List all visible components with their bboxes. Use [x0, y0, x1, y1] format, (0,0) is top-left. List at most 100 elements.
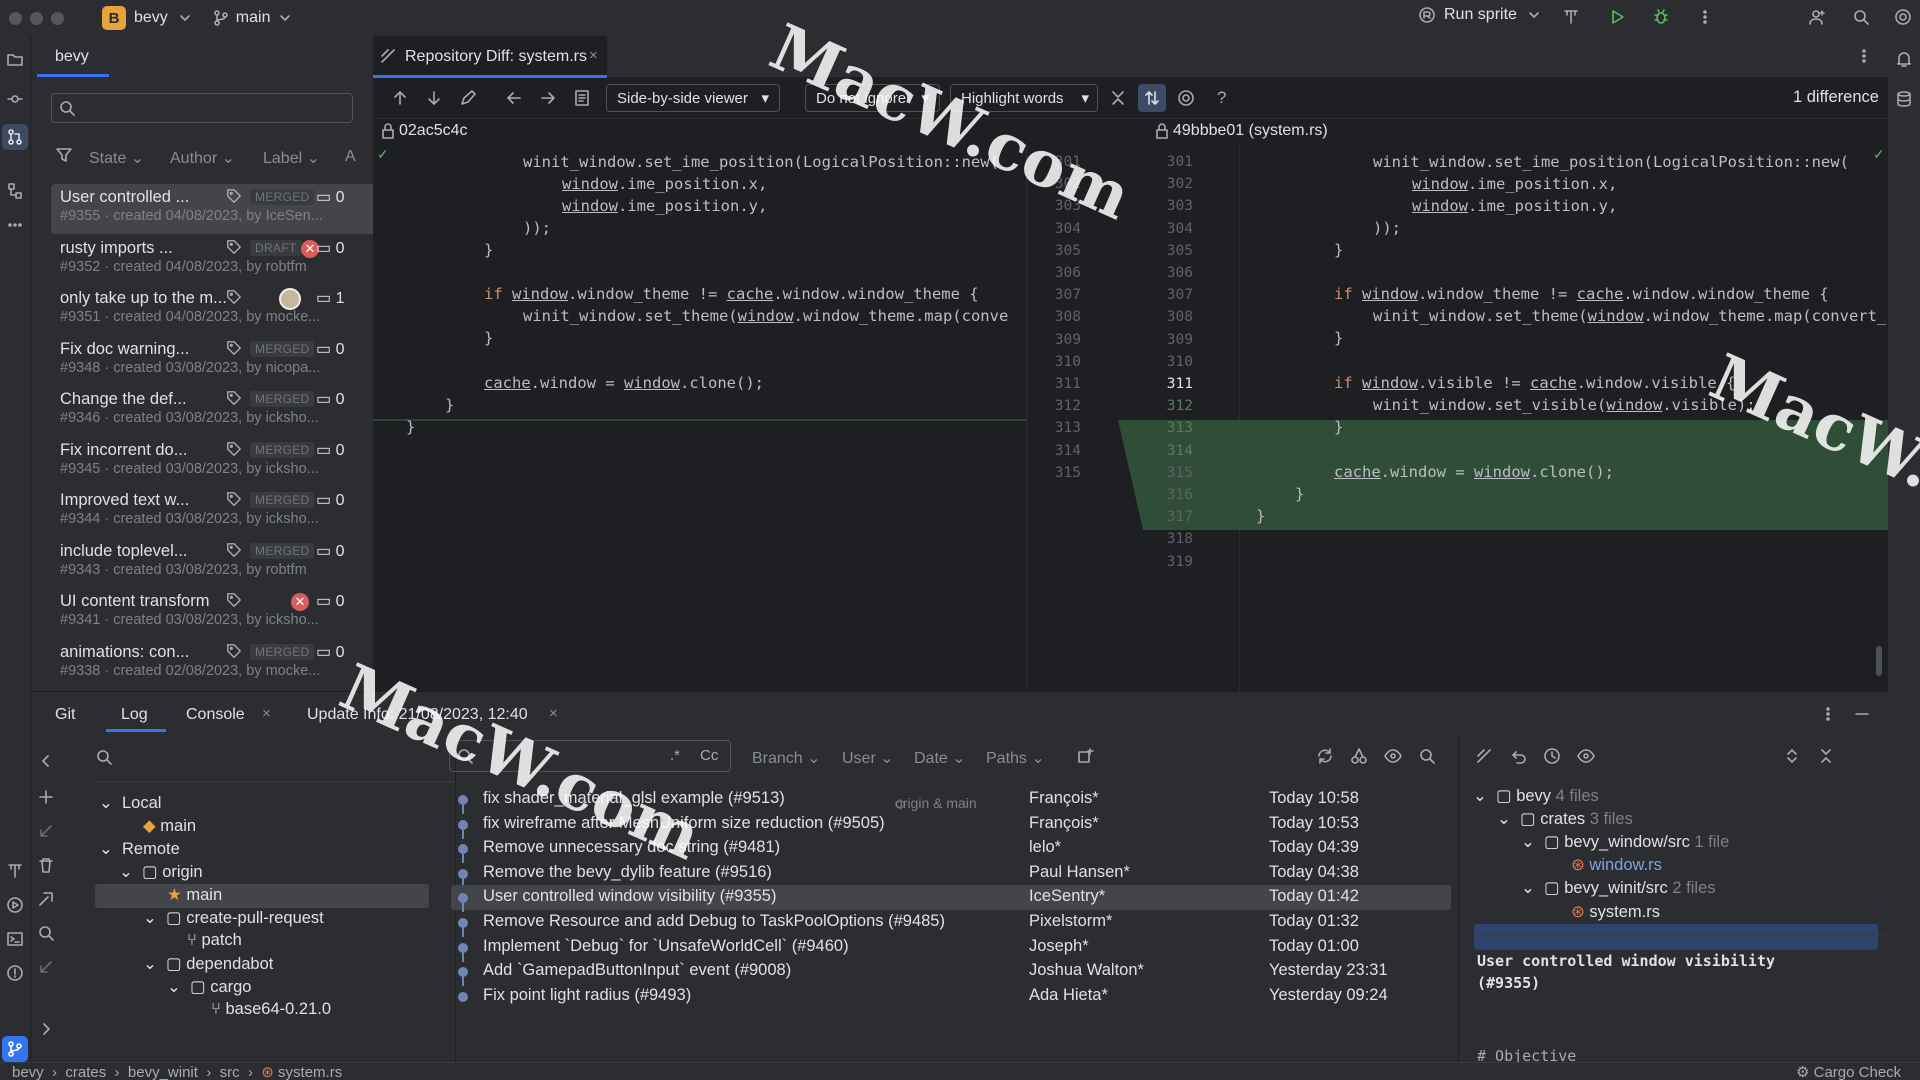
- tree-item-bevy[interactable]: ⌄ ▢ bevy 4 files: [1473, 786, 1599, 806]
- project-switcher[interactable]: B bevy: [102, 6, 194, 30]
- search-icon[interactable]: [37, 924, 55, 942]
- diff-arrow-icon[interactable]: [1475, 747, 1493, 765]
- run-icon[interactable]: [1608, 8, 1626, 26]
- tree-item-bevy-window[interactable]: ⌄ ▢ bevy_window/src 1 file: [1521, 832, 1729, 852]
- commit-row[interactable]: Add `GamepadButtonInput` event (#9008) Jo…: [451, 959, 1451, 987]
- log-filter-branch[interactable]: Branch ⌄: [752, 748, 821, 768]
- cargo-check-status[interactable]: ⚙ Cargo Check: [1796, 1063, 1901, 1080]
- log-filter-paths[interactable]: Paths ⌄: [986, 748, 1045, 768]
- problems-icon[interactable]: [6, 964, 24, 982]
- commit-icon[interactable]: [6, 90, 24, 108]
- commit-row[interactable]: User controlled window visibility (#9355…: [451, 885, 1451, 913]
- folder-icon[interactable]: [6, 50, 24, 68]
- pr-list-item[interactable]: UI content transform ✕ ▭ 0 #9341 · created …: [51, 588, 387, 638]
- filter-icon[interactable]: [55, 146, 73, 164]
- more-vertical-icon[interactable]: [1696, 8, 1714, 26]
- commit-row[interactable]: Implement `Debug` for `UnsafeWorldCell` …: [451, 935, 1451, 962]
- scrollbar-thumb[interactable]: [1876, 646, 1882, 676]
- tab-git[interactable]: Git: [55, 706, 75, 724]
- tree-toggle-local[interactable]: ⌄ Local: [99, 793, 161, 813]
- collapse-all-icon[interactable]: [1817, 747, 1835, 765]
- eye-icon[interactable]: [1577, 747, 1595, 765]
- breadcrumb-item[interactable]: src: [220, 1064, 240, 1080]
- tree-toggle-remote[interactable]: ⌄ Remote: [99, 839, 180, 859]
- tab-log[interactable]: Log: [121, 706, 148, 724]
- add-icon[interactable]: [37, 788, 55, 806]
- settings-gear-icon[interactable]: [1894, 8, 1912, 26]
- breadcrumb-item[interactable]: bevy: [12, 1064, 44, 1080]
- tree-item-bevy-winit[interactable]: ⌄ ▢ bevy_winit/src 2 files: [1521, 878, 1716, 898]
- filter-author[interactable]: Author ⌄: [170, 148, 235, 168]
- tree-item-system-rs[interactable]: ⊛ system.rs: [1571, 902, 1660, 922]
- history-clock-icon[interactable]: [1543, 747, 1561, 765]
- pr-list-item[interactable]: Change the def... MERGED ▭ 0 #9346 · create…: [51, 386, 387, 436]
- filter-assignee[interactable]: A: [345, 148, 356, 166]
- commit-row[interactable]: Remove unnecessary doc string (#9481) lel…: [451, 836, 1451, 864]
- tab-console[interactable]: Console: [186, 706, 245, 724]
- expand-all-icon[interactable]: [1783, 747, 1801, 765]
- commit-row[interactable]: Fix point light radius (#9493) Ada Hieta*…: [451, 984, 1451, 1009]
- log-filter-date[interactable]: Date ⌄: [914, 748, 966, 768]
- minimize-window-button[interactable]: [30, 11, 43, 25]
- tab-update-info[interactable]: Update Info: 21/08/2023, 12:40: [307, 706, 528, 724]
- minimize-panel-icon[interactable]: [1853, 705, 1871, 723]
- commit-row[interactable]: fix wireframe after MeshUniform size red…: [451, 812, 1451, 839]
- close-tab-icon[interactable]: ×: [262, 705, 271, 722]
- tree-item-cargo[interactable]: ⌄ ▢ cargo: [167, 977, 251, 997]
- search-icon[interactable]: [1418, 747, 1436, 765]
- build-icon[interactable]: [1562, 8, 1580, 26]
- filter-label[interactable]: Label ⌄: [263, 148, 320, 168]
- pr-list-item[interactable]: animations: con... MERGED ▭ 0 #9338 · creat…: [51, 639, 387, 689]
- build-tool-icon[interactable]: [6, 862, 24, 880]
- search-icon[interactable]: [1852, 8, 1870, 26]
- tree-item-dependabot[interactable]: ⌄ ▢ dependabot: [143, 954, 273, 974]
- update-arrow-icon[interactable]: [37, 958, 55, 976]
- close-tab-icon[interactable]: ×: [549, 705, 558, 722]
- more-horizontal-icon[interactable]: [6, 216, 24, 234]
- tree-item-origin-main[interactable]: ★ main: [167, 885, 222, 905]
- log-filter-user[interactable]: User ⌄: [842, 748, 894, 768]
- filter-state[interactable]: State ⌄: [89, 148, 144, 168]
- notifications-bell-icon[interactable]: [1895, 50, 1913, 68]
- commit-row[interactable]: Remove the bevy_dylib feature (#9516) Pau…: [451, 861, 1451, 888]
- case-toggle[interactable]: Cc: [700, 747, 718, 764]
- trash-icon[interactable]: [37, 856, 55, 874]
- search-icon[interactable]: [95, 748, 113, 766]
- run-tool-icon[interactable]: [6, 896, 24, 914]
- debug-icon[interactable]: [1652, 8, 1670, 26]
- chevron-right-icon[interactable]: [37, 1020, 55, 1038]
- pr-search-input[interactable]: [51, 93, 353, 123]
- commit-row[interactable]: fix shader_material_glsl example (#9513)…: [451, 787, 1451, 814]
- add-user-icon[interactable]: [1808, 8, 1826, 26]
- pull-arrow-icon[interactable]: [37, 822, 55, 840]
- tree-item-window-rs[interactable]: ⊛ window.rs: [1571, 855, 1662, 875]
- tree-item-create-pull-request[interactable]: ⌄ ▢ create-pull-request: [143, 908, 324, 928]
- run-config-selector[interactable]: Run sprite: [1418, 6, 1543, 24]
- log-search-input[interactable]: .* Cc: [449, 740, 731, 772]
- close-window-button[interactable]: [9, 11, 22, 25]
- tree-item-crates[interactable]: ⌄ ▢ crates 3 files: [1497, 809, 1633, 829]
- breadcrumb-item[interactable]: system.rs: [278, 1064, 342, 1080]
- commit-row[interactable]: Remove Resource and add Debug to TaskPoo…: [451, 910, 1451, 937]
- pr-list-item[interactable]: User controlled ... MERGED ▭ 0 #9355 · crea…: [51, 184, 387, 234]
- more-vertical-icon[interactable]: [1819, 705, 1837, 723]
- terminal-icon[interactable]: [6, 930, 24, 948]
- fetch-icon[interactable]: [37, 890, 55, 908]
- cherry-pick-icon[interactable]: [1350, 747, 1368, 765]
- regex-toggle[interactable]: .*: [670, 747, 680, 764]
- eye-icon[interactable]: [1384, 747, 1402, 765]
- database-icon[interactable]: [1895, 90, 1913, 108]
- revert-icon[interactable]: [1509, 747, 1527, 765]
- structure-icon[interactable]: [6, 182, 24, 200]
- tree-item-patch[interactable]: ⑂ patch: [187, 931, 242, 950]
- chevron-left-icon[interactable]: [37, 752, 55, 770]
- branch-switcher[interactable]: main: [212, 9, 295, 27]
- tree-item-local-main[interactable]: ◆ main: [143, 816, 196, 836]
- pr-list-item[interactable]: include toplevel... MERGED ▭ 0 #9343 · crea…: [51, 538, 387, 588]
- breadcrumb-item[interactable]: bevy_winit: [128, 1064, 198, 1080]
- pr-list-item[interactable]: Fix doc warning... MERGED ▭ 0 #9348 · creat…: [51, 336, 387, 386]
- tree-item-origin[interactable]: ⌄ ▢ origin: [119, 862, 203, 882]
- zoom-window-button[interactable]: [51, 11, 64, 25]
- pr-panel-tab[interactable]: bevy: [55, 48, 89, 66]
- pr-list-item[interactable]: Fix incorrent do... MERGED ▭ 0 #9345 · crea…: [51, 437, 387, 487]
